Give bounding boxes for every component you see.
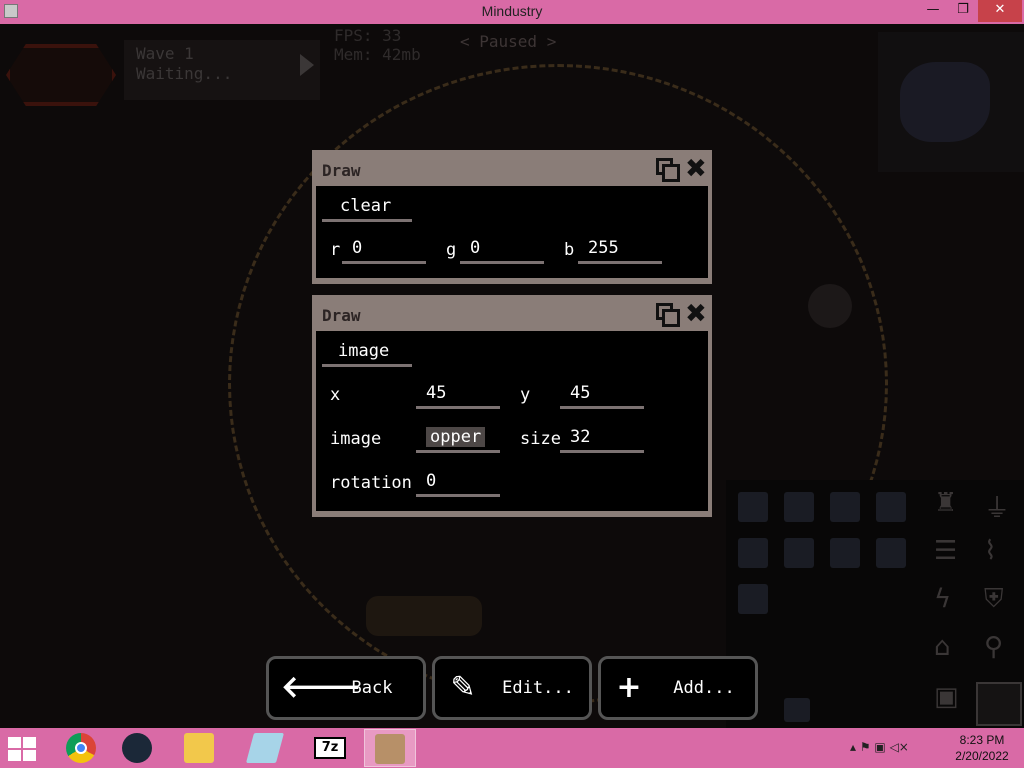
- power-category-icon[interactable]: ϟ: [934, 584, 951, 614]
- memory-text: Mem: 42mb: [334, 45, 421, 64]
- fps-text: FPS: 33: [334, 26, 402, 45]
- operation-value: clear: [340, 196, 392, 216]
- clock-date: 2/20/2022: [955, 749, 1009, 763]
- block-slot[interactable]: [738, 538, 768, 568]
- instruction-header: Draw ✖: [316, 154, 708, 186]
- restore-button[interactable]: ❐: [948, 0, 978, 22]
- steam-taskbar-icon[interactable]: [112, 729, 164, 767]
- core-status-icon: [6, 44, 116, 106]
- x-label: x: [330, 385, 341, 405]
- window-titlebar[interactable]: Mindustry — ❐ ✕: [0, 0, 1024, 24]
- fps-readout: FPS: 33 Mem: 42mb: [334, 26, 421, 64]
- wave-title: Wave 1: [136, 44, 194, 63]
- mindustry-taskbar-icon[interactable]: [364, 729, 416, 767]
- b-label: b: [564, 240, 575, 260]
- r-value: 0: [352, 238, 363, 258]
- add-button[interactable]: + Add...: [598, 656, 758, 720]
- g-label: g: [446, 240, 457, 260]
- taskbar: 7z ▴ ⚑ ▣ ◁× 8:23 PM 2/20/2022: [0, 728, 1024, 768]
- block-slot[interactable]: [738, 492, 768, 522]
- map-feature: [808, 284, 852, 328]
- b-value: 255: [588, 238, 619, 258]
- edit-icon: ✎: [450, 670, 476, 705]
- size-field[interactable]: 32: [560, 423, 644, 453]
- operation-selector[interactable]: image: [322, 337, 412, 367]
- block-slot[interactable]: [784, 698, 810, 722]
- wave-status: Waiting...: [136, 64, 233, 83]
- block-slot[interactable]: [784, 538, 814, 568]
- paused-indicator: < Paused >: [460, 32, 557, 51]
- y-value: 45: [570, 383, 591, 403]
- close-icon[interactable]: ✖: [685, 299, 707, 329]
- drill-category-icon[interactable]: ⏚: [984, 488, 1010, 525]
- r-field[interactable]: 0: [342, 234, 426, 264]
- operation-value: image: [338, 341, 390, 361]
- chrome-taskbar-icon[interactable]: [56, 729, 108, 767]
- crafting-category-icon[interactable]: ⌂: [934, 632, 951, 662]
- rotation-value: 0: [426, 471, 437, 491]
- defense-category-icon[interactable]: ⛨: [984, 584, 1004, 615]
- skip-wave-icon[interactable]: [300, 54, 314, 76]
- edit-label: Edit...: [502, 678, 574, 698]
- image-label: image: [330, 429, 382, 449]
- image-value: opper: [426, 427, 486, 447]
- back-label: Back: [351, 678, 393, 698]
- operation-selector[interactable]: clear: [322, 192, 412, 222]
- back-arrow-icon: 🡐: [281, 670, 362, 705]
- clock-time: 8:23 PM: [959, 733, 1005, 747]
- copy-icon[interactable]: [656, 303, 680, 327]
- turret-category-icon[interactable]: ♜: [934, 488, 957, 518]
- edit-button[interactable]: ✎ Edit...: [432, 656, 592, 720]
- add-icon: +: [616, 670, 642, 705]
- size-value: 32: [570, 427, 591, 447]
- 7zip-taskbar-icon[interactable]: 7z: [304, 729, 356, 767]
- window-title: Mindustry: [481, 3, 543, 19]
- distribution-category-icon[interactable]: ☰: [934, 536, 957, 566]
- y-field[interactable]: 45: [560, 379, 644, 409]
- b-field[interactable]: 255: [578, 234, 662, 264]
- block-slot[interactable]: [876, 492, 906, 522]
- start-button[interactable]: [8, 737, 38, 761]
- file-explorer-taskbar-icon[interactable]: [174, 729, 226, 767]
- g-value: 0: [470, 238, 481, 258]
- size-label: size: [520, 429, 561, 449]
- minimap[interactable]: [878, 32, 1024, 172]
- instruction-title: Draw: [322, 306, 361, 325]
- instruction-title: Draw: [322, 161, 361, 180]
- block-slot[interactable]: [738, 584, 768, 614]
- wave-panel: Wave 1 Waiting...: [124, 40, 320, 100]
- block-slot[interactable]: [784, 492, 814, 522]
- instruction-body: clear r 0 g 0 b 255: [316, 186, 708, 278]
- copy-icon[interactable]: [656, 158, 680, 182]
- rotation-field[interactable]: 0: [416, 467, 500, 497]
- draw-clear-instruction: Draw ✖ clear r 0 g 0 b 255: [312, 150, 712, 284]
- 7zip-label: 7z: [314, 737, 346, 759]
- logic-category-icon[interactable]: [976, 682, 1022, 726]
- ore-deposit: [366, 596, 482, 636]
- minimize-button[interactable]: —: [918, 0, 948, 22]
- liquid-category-icon[interactable]: ⌇: [984, 536, 997, 566]
- instruction-body: image x 45 y 45 image opper size 32 rota…: [316, 331, 708, 511]
- close-window-button[interactable]: ✕: [978, 0, 1022, 22]
- system-tray[interactable]: ▴ ⚑ ▣ ◁×: [850, 740, 909, 754]
- block-slot[interactable]: [876, 538, 906, 568]
- units-category-icon[interactable]: ⚲: [984, 632, 1003, 662]
- y-label: y: [520, 385, 531, 405]
- notepad-taskbar-icon[interactable]: [240, 729, 292, 767]
- add-label: Add...: [673, 678, 735, 698]
- block-slot[interactable]: [830, 492, 860, 522]
- block-slot[interactable]: [830, 538, 860, 568]
- close-icon[interactable]: ✖: [685, 154, 707, 184]
- rotation-label: rotation: [330, 473, 412, 493]
- x-field[interactable]: 45: [416, 379, 500, 409]
- draw-image-instruction: Draw ✖ image x 45 y 45 image opper size …: [312, 295, 712, 517]
- effect-category-icon[interactable]: ▣: [934, 682, 959, 712]
- image-field[interactable]: opper: [416, 423, 500, 453]
- clock[interactable]: 8:23 PM 2/20/2022: [942, 732, 1022, 764]
- r-label: r: [330, 240, 341, 260]
- back-button[interactable]: 🡐 Back: [266, 656, 426, 720]
- g-field[interactable]: 0: [460, 234, 544, 264]
- x-value: 45: [426, 383, 447, 403]
- instruction-header: Draw ✖: [316, 299, 708, 331]
